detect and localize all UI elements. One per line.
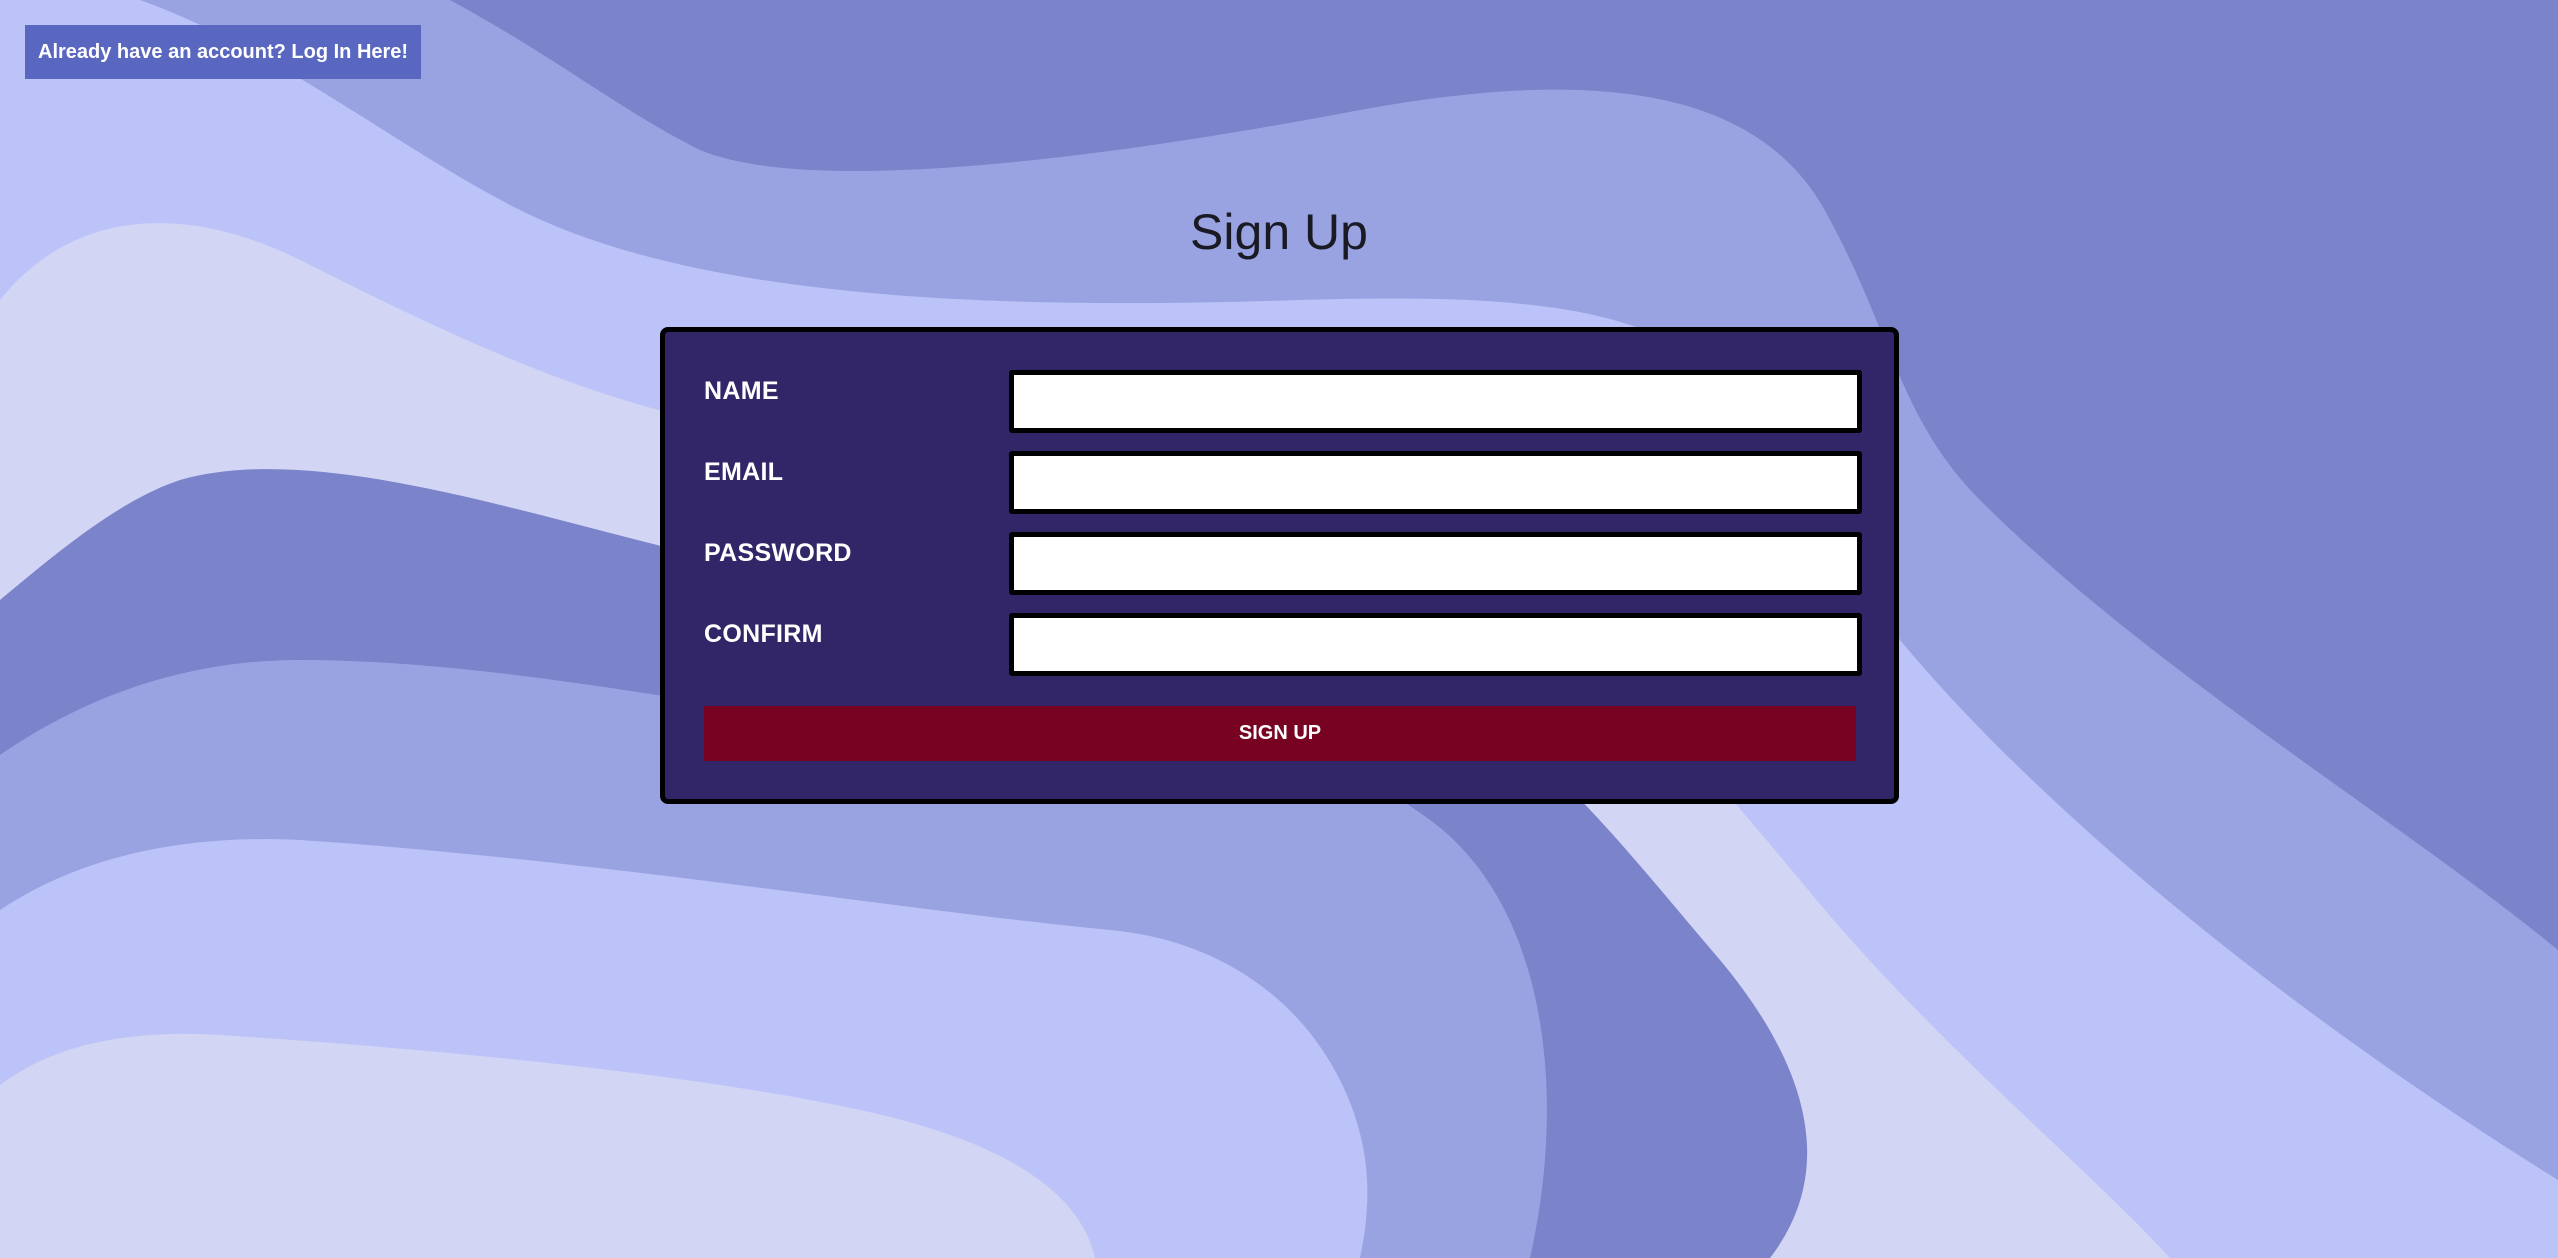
confirm-label: CONFIRM <box>704 620 823 648</box>
password-input[interactable] <box>1009 532 1862 595</box>
password-label: PASSWORD <box>704 539 852 567</box>
login-link-button[interactable]: Already have an account? Log In Here! <box>25 25 422 79</box>
signup-form: NAME EMAIL PASSWORD CONFIRM SIGN UP <box>660 327 1899 804</box>
confirm-password-input[interactable] <box>1009 613 1862 676</box>
sign-up-button[interactable]: SIGN UP <box>704 706 1856 761</box>
email-input[interactable] <box>1009 451 1862 514</box>
page-title: Sign Up <box>1190 204 1368 260</box>
email-label: EMAIL <box>704 458 784 486</box>
name-label: NAME <box>704 377 779 405</box>
name-input[interactable] <box>1009 370 1862 433</box>
